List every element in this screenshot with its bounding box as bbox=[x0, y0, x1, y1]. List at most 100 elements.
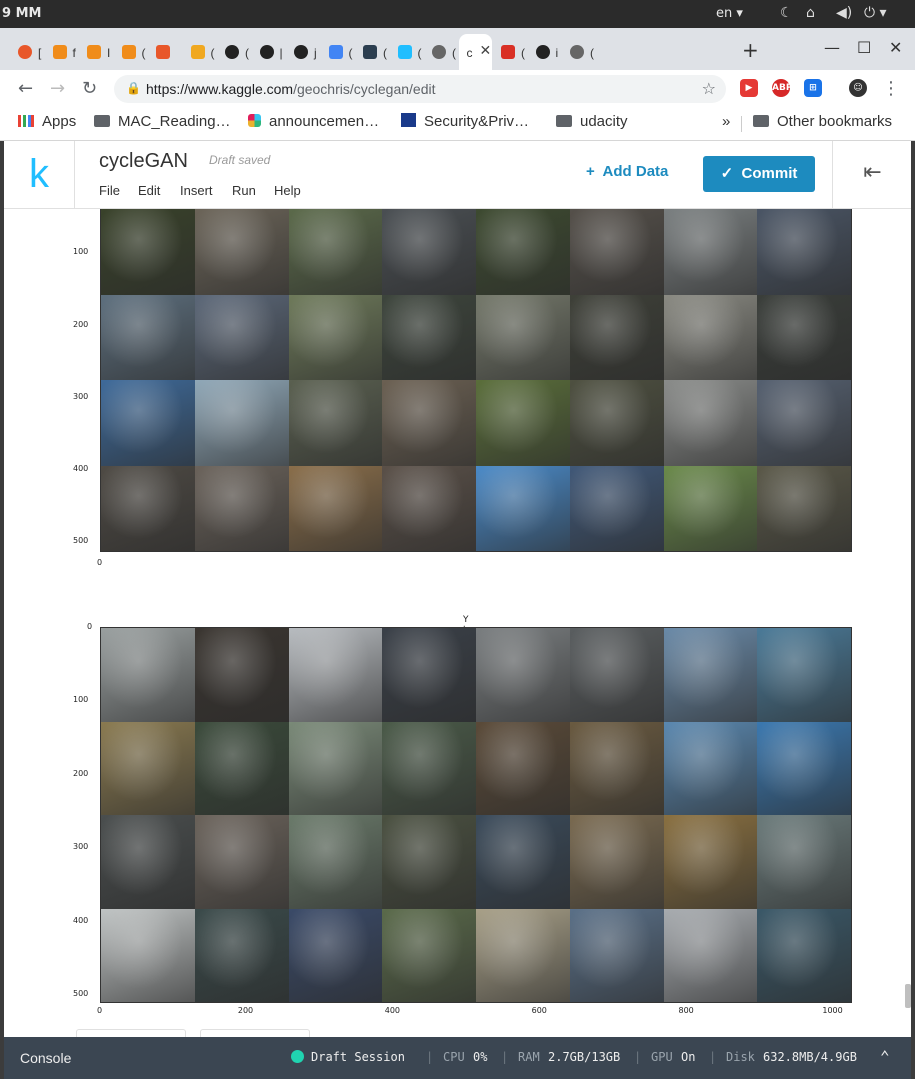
github-icon bbox=[259, 45, 274, 59]
scrollbar-thumb[interactable] bbox=[905, 984, 911, 1008]
url-text[interactable]: https://www.kaggle.com/geochris/cyclegan… bbox=[146, 81, 435, 97]
infinity-icon bbox=[190, 45, 205, 59]
browser-tab[interactable]: ( bbox=[355, 34, 389, 70]
collapse-panel-icon[interactable]: ⇤ bbox=[832, 141, 912, 208]
browser-tab[interactable]: ( bbox=[217, 34, 251, 70]
image-grid bbox=[100, 209, 852, 552]
y-tick-label: 100 bbox=[73, 695, 89, 705]
browser-tab[interactable]: | bbox=[252, 34, 286, 70]
browser-tab[interactable]: f bbox=[45, 34, 79, 70]
menu-edit[interactable]: Edit bbox=[138, 183, 160, 198]
image-tile bbox=[101, 209, 195, 295]
y-tick-label: 200 bbox=[73, 319, 89, 329]
image-tile bbox=[476, 721, 570, 815]
cell-button[interactable] bbox=[76, 1029, 186, 1037]
browser-tab[interactable]: ( bbox=[321, 34, 355, 70]
divider: | bbox=[501, 1050, 509, 1064]
gpu-label: GPU bbox=[651, 1050, 673, 1064]
session-label: Draft Session bbox=[311, 1050, 405, 1064]
kaggle-icon bbox=[397, 45, 412, 59]
back-button[interactable]: ← bbox=[18, 78, 33, 99]
cell-button[interactable] bbox=[200, 1029, 310, 1037]
browser-tab[interactable]: ( bbox=[493, 34, 527, 70]
maximize-button[interactable]: ☐ bbox=[857, 38, 871, 57]
gpu-value: On bbox=[681, 1050, 696, 1064]
power-icon[interactable]: ⏻ ▾ bbox=[864, 5, 887, 21]
browser-tab[interactable]: [ bbox=[10, 34, 44, 70]
menu-file[interactable]: File bbox=[99, 183, 120, 198]
image-tile bbox=[194, 209, 289, 295]
browser-tab[interactable]: j bbox=[286, 34, 320, 70]
address-bar[interactable]: 🔒 https://www.kaggle.com/geochris/cycleg… bbox=[114, 75, 726, 103]
commit-button[interactable]: ✓ Commit bbox=[703, 156, 815, 192]
close-window-button[interactable]: ✕ bbox=[889, 38, 902, 57]
bookmark-other[interactable]: Other bookmarks bbox=[753, 113, 892, 130]
divider: | bbox=[709, 1050, 717, 1064]
browser-tab[interactable]: I bbox=[79, 34, 113, 70]
image-tile bbox=[569, 209, 664, 295]
chrome-menu-icon[interactable]: ⋮ bbox=[882, 78, 900, 99]
browser-tab[interactable]: ( bbox=[114, 34, 148, 70]
bookmark-star-icon[interactable]: ☆ bbox=[702, 79, 716, 98]
folder-icon bbox=[556, 115, 572, 127]
x-tick-label: 0 bbox=[97, 1006, 103, 1015]
bookmark-security-privacy[interactable]: Security&Priv… bbox=[401, 113, 529, 130]
expand-console-icon[interactable]: ⌃ bbox=[880, 1047, 890, 1066]
language-indicator[interactable]: en ▾ bbox=[716, 6, 743, 21]
image-tile bbox=[757, 209, 851, 295]
tab-title: ( bbox=[417, 46, 422, 60]
image-tile bbox=[382, 294, 476, 380]
bookmark-announcements[interactable]: announcemen… bbox=[248, 113, 379, 130]
bookmarks-overflow[interactable]: » bbox=[722, 113, 730, 130]
image-tile bbox=[757, 294, 851, 380]
image-tile bbox=[288, 294, 383, 380]
image-tile bbox=[101, 908, 195, 1002]
minimize-button[interactable]: — bbox=[824, 38, 840, 57]
volume-icon[interactable]: ◀) bbox=[836, 5, 852, 21]
image-tile bbox=[382, 380, 476, 466]
image-tile bbox=[382, 628, 476, 722]
image-tile bbox=[382, 815, 476, 909]
kaggle-logo[interactable]: k bbox=[4, 141, 75, 208]
new-tab-button[interactable]: + bbox=[742, 38, 759, 62]
extension-icon[interactable]: ⊞ bbox=[804, 79, 822, 97]
menu-insert[interactable]: Insert bbox=[180, 183, 213, 198]
disk-value: 632.8MB/4.9GB bbox=[763, 1050, 857, 1064]
notebook-title[interactable]: cycleGAN bbox=[99, 150, 188, 173]
image-tile bbox=[663, 380, 758, 466]
close-tab-icon[interactable]: ✕ bbox=[480, 43, 492, 59]
bookmark-udacity[interactable]: udacity bbox=[556, 113, 628, 130]
image-tile bbox=[569, 721, 664, 815]
browser-tab[interactable]: ( bbox=[390, 34, 424, 70]
bookmark-apps[interactable]: Apps bbox=[18, 113, 76, 130]
image-tile bbox=[663, 628, 758, 722]
browser-tab[interactable] bbox=[148, 34, 182, 70]
forward-button[interactable]: → bbox=[50, 78, 65, 99]
image-tile bbox=[569, 628, 664, 722]
browser-tab[interactable]: ( bbox=[183, 34, 217, 70]
extension-icon[interactable]: ☺ bbox=[849, 79, 867, 97]
bookmark-mac-reading[interactable]: MAC_Reading… bbox=[94, 113, 231, 130]
network-icon[interactable]: ⌂ bbox=[806, 5, 815, 21]
browser-tab[interactable]: ( bbox=[562, 34, 596, 70]
reload-button[interactable]: ↻ bbox=[82, 78, 97, 99]
console-bar: Console Draft Session | CPU 0% | RAM 2.7… bbox=[4, 1037, 911, 1079]
tab-title: f bbox=[72, 46, 76, 60]
notebook-output[interactable]: 1002003004005000 Y to X 0100200300400500… bbox=[4, 209, 911, 1037]
extension-icon[interactable]: ▶ bbox=[740, 79, 758, 97]
moon-icon[interactable]: ☾ bbox=[780, 5, 793, 21]
image-tile bbox=[757, 721, 851, 815]
menu-run[interactable]: Run bbox=[232, 183, 256, 198]
image-tile bbox=[569, 294, 664, 380]
image-tile bbox=[663, 721, 758, 815]
extension-icon[interactable]: ABP bbox=[772, 79, 792, 97]
book-icon bbox=[87, 45, 101, 59]
browser-tab[interactable]: i bbox=[528, 34, 562, 70]
x-tick-label: 600 bbox=[531, 1006, 547, 1015]
menu-help[interactable]: Help bbox=[274, 183, 301, 198]
image-tile bbox=[194, 908, 289, 1002]
tab-active[interactable]: c ✕ bbox=[458, 34, 492, 70]
add-data-button[interactable]: + Add Data bbox=[586, 163, 668, 180]
browser-tab[interactable]: ( bbox=[424, 34, 458, 70]
console-toggle[interactable]: Console bbox=[20, 1050, 71, 1066]
